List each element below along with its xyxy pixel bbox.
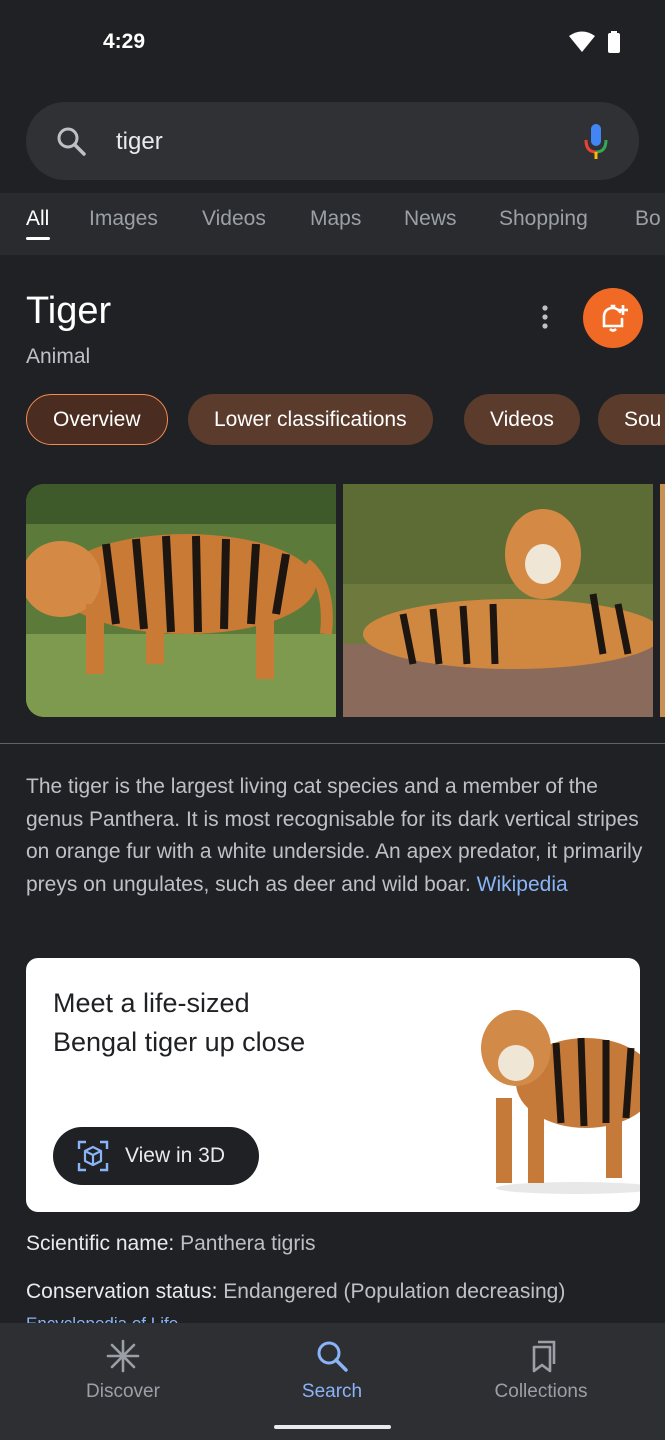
bookmarks-icon <box>532 1340 556 1373</box>
fact-label: Scientific name: <box>26 1232 175 1255</box>
bottom-navigation: Discover Search Collections <box>0 1323 665 1440</box>
fact-conservation-status: Conservation status: Endangered (Populat… <box>26 1280 565 1304</box>
nav-discover-label: Discover <box>86 1381 160 1402</box>
entity-description: The tiger is the largest living cat spec… <box>26 771 646 901</box>
tab-maps[interactable]: Maps <box>310 207 361 231</box>
microphone-icon[interactable] <box>583 122 609 162</box>
tab-videos[interactable]: Videos <box>202 207 266 231</box>
nav-search-label: Search <box>301 1381 363 1402</box>
active-tab-indicator <box>26 237 50 240</box>
search-tabs: All Images Videos Maps News Shopping Bo <box>0 193 665 255</box>
search-input[interactable]: tiger <box>26 102 639 180</box>
fact-label: Conservation status: <box>26 1280 218 1303</box>
search-icon <box>57 127 86 156</box>
fact-scientific-name: Scientific name: Panthera tigris <box>26 1232 315 1256</box>
nav-collections[interactable]: Collections <box>451 1323 631 1423</box>
fact-value: Panthera tigris <box>180 1232 316 1255</box>
tiger-image-partial[interactable] <box>660 484 665 717</box>
status-bar: 4:29 <box>0 0 665 86</box>
nav-discover[interactable]: Discover <box>33 1323 213 1423</box>
section-divider <box>0 743 665 744</box>
chip-sounds[interactable]: Sou <box>598 394 665 445</box>
tiger-image-walking[interactable] <box>26 484 336 717</box>
follow-button[interactable] <box>583 288 643 348</box>
card-3d-text: Meet a life-sized Bengal tiger up close <box>53 988 306 1057</box>
tab-all[interactable]: All <box>26 207 49 231</box>
status-icons <box>569 31 621 53</box>
topic-chips: Overview Lower classifications Videos So… <box>26 394 665 446</box>
chip-videos[interactable]: Videos <box>464 394 580 445</box>
tab-shopping[interactable]: Shopping <box>499 207 588 231</box>
status-time: 4:29 <box>103 30 146 53</box>
tab-images[interactable]: Images <box>89 207 158 231</box>
entity-title: Tiger <box>26 290 112 332</box>
nav-collections-label: Collections <box>494 1381 588 1402</box>
search-query-text: tiger <box>116 128 163 155</box>
tiger-3d-image <box>481 1010 640 1194</box>
entity-subtitle: Animal <box>26 345 91 368</box>
view-in-3d-button[interactable]: View in 3D <box>53 1127 259 1185</box>
search-icon <box>317 1341 348 1372</box>
asterisk-icon <box>106 1339 140 1373</box>
view-in-3d-label: View in 3D <box>125 1144 225 1167</box>
tab-news[interactable]: News <box>404 207 457 231</box>
chip-lower-classifications[interactable]: Lower classifications <box>188 394 433 445</box>
nav-search[interactable]: Search <box>242 1323 422 1423</box>
fact-value: Endangered (Population decreasing) <box>223 1280 566 1303</box>
battery-icon <box>608 31 620 53</box>
tab-books[interactable]: Bo <box>635 207 661 231</box>
bell-plus-icon <box>602 304 628 332</box>
wifi-icon <box>569 31 595 52</box>
chip-overview[interactable]: Overview <box>26 394 168 445</box>
tiger-image-lying[interactable] <box>343 484 653 717</box>
cube-3d-icon <box>77 1140 109 1172</box>
more-vert-icon[interactable] <box>534 303 556 331</box>
view-in-3d-card[interactable]: Meet a life-sized Bengal tiger up close … <box>26 958 640 1212</box>
home-indicator[interactable] <box>274 1425 391 1429</box>
wikipedia-link[interactable]: Wikipedia <box>477 873 568 896</box>
